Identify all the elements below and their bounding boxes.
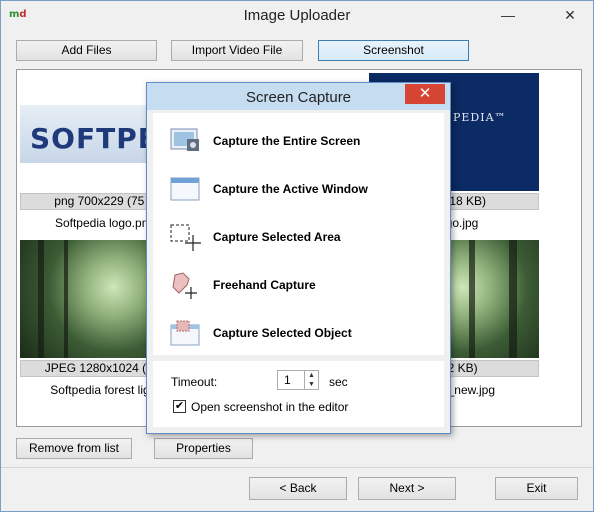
exit-button[interactable]: Exit — [495, 477, 578, 500]
screen-monitor-icon — [169, 127, 203, 155]
capture-settings: Timeout: 1 ▲ ▼ sec ✔ Open screenshot in … — [153, 361, 444, 427]
remove-from-list-button[interactable]: Remove from list — [16, 438, 132, 459]
option-label: Capture the Active Window — [213, 182, 368, 196]
screen-capture-dialog: Screen Capture ✕ Capture the Entire Scre… — [146, 82, 451, 434]
option-label: Freehand Capture — [213, 278, 316, 292]
import-video-button[interactable]: Import Video File — [171, 40, 303, 61]
capture-options-list: Capture the Entire Screen Capture the Ac… — [153, 113, 444, 355]
minimize-icon[interactable]: — — [495, 5, 521, 25]
screenshot-button[interactable]: Screenshot — [318, 40, 469, 61]
object-window-icon — [169, 319, 203, 347]
capture-active-window-option[interactable]: Capture the Active Window — [153, 169, 444, 209]
divider — [1, 467, 593, 468]
spin-up-icon[interactable]: ▲ — [304, 371, 318, 380]
selection-rect-icon — [169, 223, 203, 251]
capture-entire-screen-option[interactable]: Capture the Entire Screen — [153, 121, 444, 161]
freehand-shape-icon — [169, 271, 203, 299]
next-button[interactable]: Next > — [358, 477, 456, 500]
open-editor-checkbox[interactable]: ✔ — [173, 400, 186, 413]
freehand-capture-option[interactable]: Freehand Capture — [153, 265, 444, 305]
timeout-unit: sec — [329, 375, 348, 389]
add-files-button[interactable]: Add Files — [16, 40, 157, 61]
dialog-close-icon[interactable]: ✕ — [405, 84, 445, 104]
open-editor-label[interactable]: Open screenshot in the editor — [191, 400, 348, 414]
capture-selected-area-option[interactable]: Capture Selected Area — [153, 217, 444, 257]
capture-selected-object-option[interactable]: Capture Selected Object — [153, 313, 444, 353]
option-label: Capture the Entire Screen — [213, 134, 361, 148]
dialog-title-bar: Screen Capture ✕ — [147, 83, 450, 110]
thumbnail-logo-text: PEDIA™ — [453, 111, 507, 124]
option-label: Capture Selected Area — [213, 230, 341, 244]
title-bar: md Image Uploader — ✕ — [1, 1, 593, 32]
properties-button[interactable]: Properties — [154, 438, 253, 459]
close-icon[interactable]: ✕ — [557, 5, 583, 25]
timeout-label: Timeout: — [171, 375, 218, 389]
option-label: Capture Selected Object — [213, 326, 352, 340]
back-button[interactable]: < Back — [249, 477, 347, 500]
main-window: md Image Uploader — ✕ Add Files Import V… — [0, 0, 594, 512]
window-icon — [169, 175, 203, 203]
timeout-stepper[interactable]: 1 ▲ ▼ — [277, 370, 319, 390]
spin-down-icon[interactable]: ▼ — [304, 380, 318, 389]
timeout-value[interactable]: 1 — [284, 373, 291, 387]
